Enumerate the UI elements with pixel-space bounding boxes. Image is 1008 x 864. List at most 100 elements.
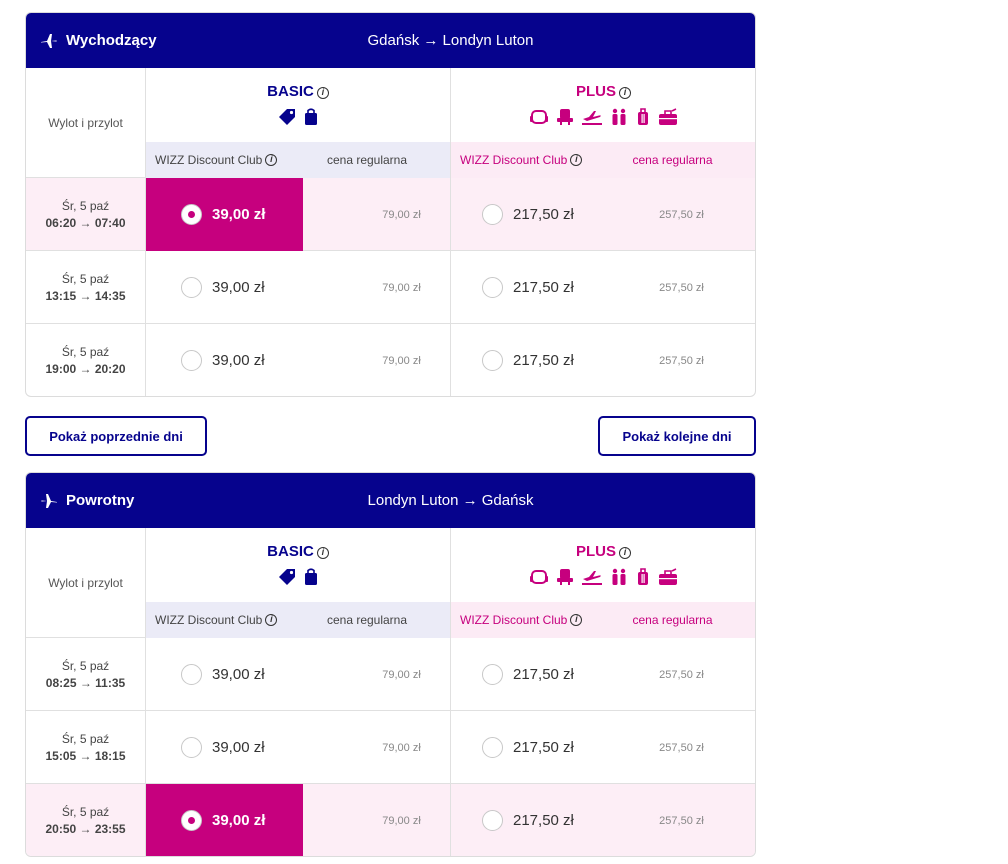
basic-club-label: WIZZ Discount Club bbox=[155, 613, 263, 627]
seat-icon bbox=[529, 108, 549, 126]
flight-time: 13:15 → 14:35 bbox=[45, 288, 126, 303]
flight-row: Śr, 5 paź 15:05 → 18:15 39,00 zł 79,00 zł… bbox=[26, 711, 755, 784]
radio-button[interactable] bbox=[482, 664, 503, 685]
show-previous-days-button[interactable]: Pokaż poprzednie dni bbox=[25, 416, 207, 456]
seat-icon bbox=[529, 568, 549, 586]
checked-bag-icon bbox=[657, 108, 679, 126]
plus-club-price-option[interactable]: 217,50 zł bbox=[451, 638, 607, 711]
price: 217,50 zł bbox=[513, 666, 574, 683]
plus-club-price-option[interactable]: 217,50 zł bbox=[451, 251, 607, 324]
price: 217,50 zł bbox=[513, 352, 574, 369]
info-icon[interactable]: i bbox=[570, 614, 583, 626]
basic-icons bbox=[146, 108, 450, 126]
radio-button[interactable] bbox=[181, 810, 202, 831]
flight-row: Śr, 5 paź 08:25 → 11:35 39,00 zł 79,00 zł… bbox=[26, 638, 755, 711]
basic-regular-price: 79,00 zł bbox=[303, 251, 451, 324]
radio-button[interactable] bbox=[181, 204, 202, 225]
flight-time: 19:00 → 20:20 bbox=[45, 361, 126, 376]
price: 39,00 zł bbox=[212, 666, 265, 683]
price: 217,50 zł bbox=[513, 279, 574, 296]
radio-button[interactable] bbox=[482, 204, 503, 225]
return-flight-rows: Śr, 5 paź 08:25 → 11:35 39,00 zł 79,00 zł… bbox=[26, 638, 755, 856]
basic-regular-label: cena regularna bbox=[326, 153, 408, 167]
departure-arrival-label: Wylot i przylot bbox=[26, 68, 146, 178]
radio-button[interactable] bbox=[181, 737, 202, 758]
return-fare-header: Wylot i przylot BASIC i WIZZ Discount Clu… bbox=[26, 528, 755, 638]
plus-fare-title: PLUS bbox=[575, 83, 616, 100]
flight-row: Śr, 5 paź 19:00 → 20:20 39,00 zł 79,00 zł… bbox=[26, 324, 755, 396]
basic-fare-header: BASIC i WIZZ Discount Club i cena regularn… bbox=[146, 68, 451, 178]
small-bag-icon bbox=[303, 568, 319, 586]
info-icon[interactable]: i bbox=[619, 87, 631, 99]
plus-club-price-option[interactable]: 217,50 zł bbox=[451, 784, 607, 856]
flight-time: 15:05 → 18:15 bbox=[45, 748, 126, 763]
flight-time: 20:50 → 23:55 bbox=[45, 821, 126, 836]
outbound-flight-rows: Śr, 5 paź 06:20 → 07:40 39,00 zł 79,00 zł… bbox=[26, 178, 755, 396]
plus-club-price-option[interactable]: 217,50 zł bbox=[451, 178, 607, 251]
info-icon[interactable]: i bbox=[570, 154, 583, 166]
plus-club-price-option[interactable]: 217,50 zł bbox=[451, 324, 607, 396]
seat-selection-icon bbox=[555, 568, 575, 586]
basic-club-price-option[interactable]: 39,00 zł bbox=[146, 638, 303, 711]
outbound-panel: Wychodzący Gdańsk → Londyn Luton Wylot i… bbox=[25, 12, 756, 397]
flight-time: 06:20 → 07:40 bbox=[45, 215, 126, 230]
flight-date: Śr, 5 paź bbox=[61, 344, 110, 359]
info-icon[interactable]: i bbox=[265, 614, 278, 626]
info-icon[interactable]: i bbox=[316, 87, 329, 99]
small-bag-icon bbox=[303, 108, 319, 126]
basic-club-price-option[interactable]: 39,00 zł bbox=[146, 251, 303, 324]
radio-button[interactable] bbox=[482, 350, 503, 371]
price: 217,50 zł bbox=[513, 739, 574, 756]
flight-date: Śr, 5 paź bbox=[61, 271, 110, 286]
plus-club-label: WIZZ Discount Club bbox=[460, 153, 568, 167]
info-icon[interactable]: i bbox=[265, 154, 278, 166]
flight-row: Śr, 5 paź 20:50 → 23:55 39,00 zł 79,00 zł… bbox=[26, 784, 755, 856]
trolley-bag-icon bbox=[635, 568, 651, 586]
radio-button[interactable] bbox=[181, 350, 202, 371]
radio-button[interactable] bbox=[181, 664, 202, 685]
basic-club-price-option[interactable]: 39,00 zł bbox=[146, 178, 303, 251]
priority-boarding-icon bbox=[581, 568, 603, 586]
info-icon[interactable]: i bbox=[619, 547, 631, 559]
departure-arrival-label: Wylot i przylot bbox=[26, 528, 146, 638]
show-next-days-button[interactable]: Pokaż kolejne dni bbox=[598, 416, 756, 456]
flight-date: Śr, 5 paź bbox=[61, 804, 110, 819]
basic-regular-price: 79,00 zł bbox=[303, 711, 451, 784]
price: 39,00 zł bbox=[212, 206, 266, 223]
price: 217,50 zł bbox=[513, 812, 574, 829]
plus-regular-price: 257,50 zł bbox=[659, 741, 704, 754]
outbound-route: Gdańsk → Londyn Luton bbox=[367, 32, 534, 49]
return-route: Londyn Luton → Gdańsk bbox=[367, 492, 534, 509]
flight-time: 08:25 → 11:35 bbox=[45, 675, 126, 690]
flight-date: Śr, 5 paź bbox=[61, 198, 110, 213]
plus-regular-label: cena regularna bbox=[632, 613, 713, 627]
plus-regular-price: 257,50 zł bbox=[659, 208, 704, 221]
flight-date: Śr, 5 paź bbox=[61, 731, 110, 746]
outbound-header-bar: Wychodzący Gdańsk → Londyn Luton bbox=[26, 13, 755, 68]
info-icon[interactable]: i bbox=[316, 547, 329, 559]
radio-button[interactable] bbox=[181, 277, 202, 298]
price: 217,50 zł bbox=[513, 206, 574, 223]
plus-fare-title: PLUS bbox=[575, 543, 616, 560]
radio-button[interactable] bbox=[482, 810, 503, 831]
basic-icons bbox=[146, 568, 450, 586]
check-in-icon bbox=[609, 108, 629, 126]
plus-club-label: WIZZ Discount Club bbox=[460, 613, 568, 627]
basic-club-price-option[interactable]: 39,00 zł bbox=[146, 711, 303, 784]
priority-boarding-icon bbox=[581, 108, 603, 126]
trolley-bag-icon bbox=[635, 108, 651, 126]
plus-fare-header: PLUS i WIZZ Discount Club i cena regularna bbox=[451, 68, 755, 178]
plus-club-price-option[interactable]: 217,50 zł bbox=[451, 711, 607, 784]
radio-button[interactable] bbox=[482, 737, 503, 758]
basic-regular-price: 79,00 zł bbox=[303, 324, 451, 396]
basic-club-price-option[interactable]: 39,00 zł bbox=[146, 324, 303, 396]
plus-icons bbox=[451, 108, 755, 126]
return-panel: Powrotny Londyn Luton → Gdańsk Wylot i p… bbox=[25, 472, 756, 857]
basic-club-price-option[interactable]: 39,00 zł bbox=[146, 784, 303, 856]
plus-regular-price: 257,50 zł bbox=[659, 281, 704, 294]
price: 39,00 zł bbox=[212, 812, 266, 829]
flight-date: Śr, 5 paź bbox=[61, 658, 110, 673]
price-tag-icon bbox=[277, 568, 297, 586]
radio-button[interactable] bbox=[482, 277, 503, 298]
basic-regular-price: 79,00 zł bbox=[303, 638, 451, 711]
